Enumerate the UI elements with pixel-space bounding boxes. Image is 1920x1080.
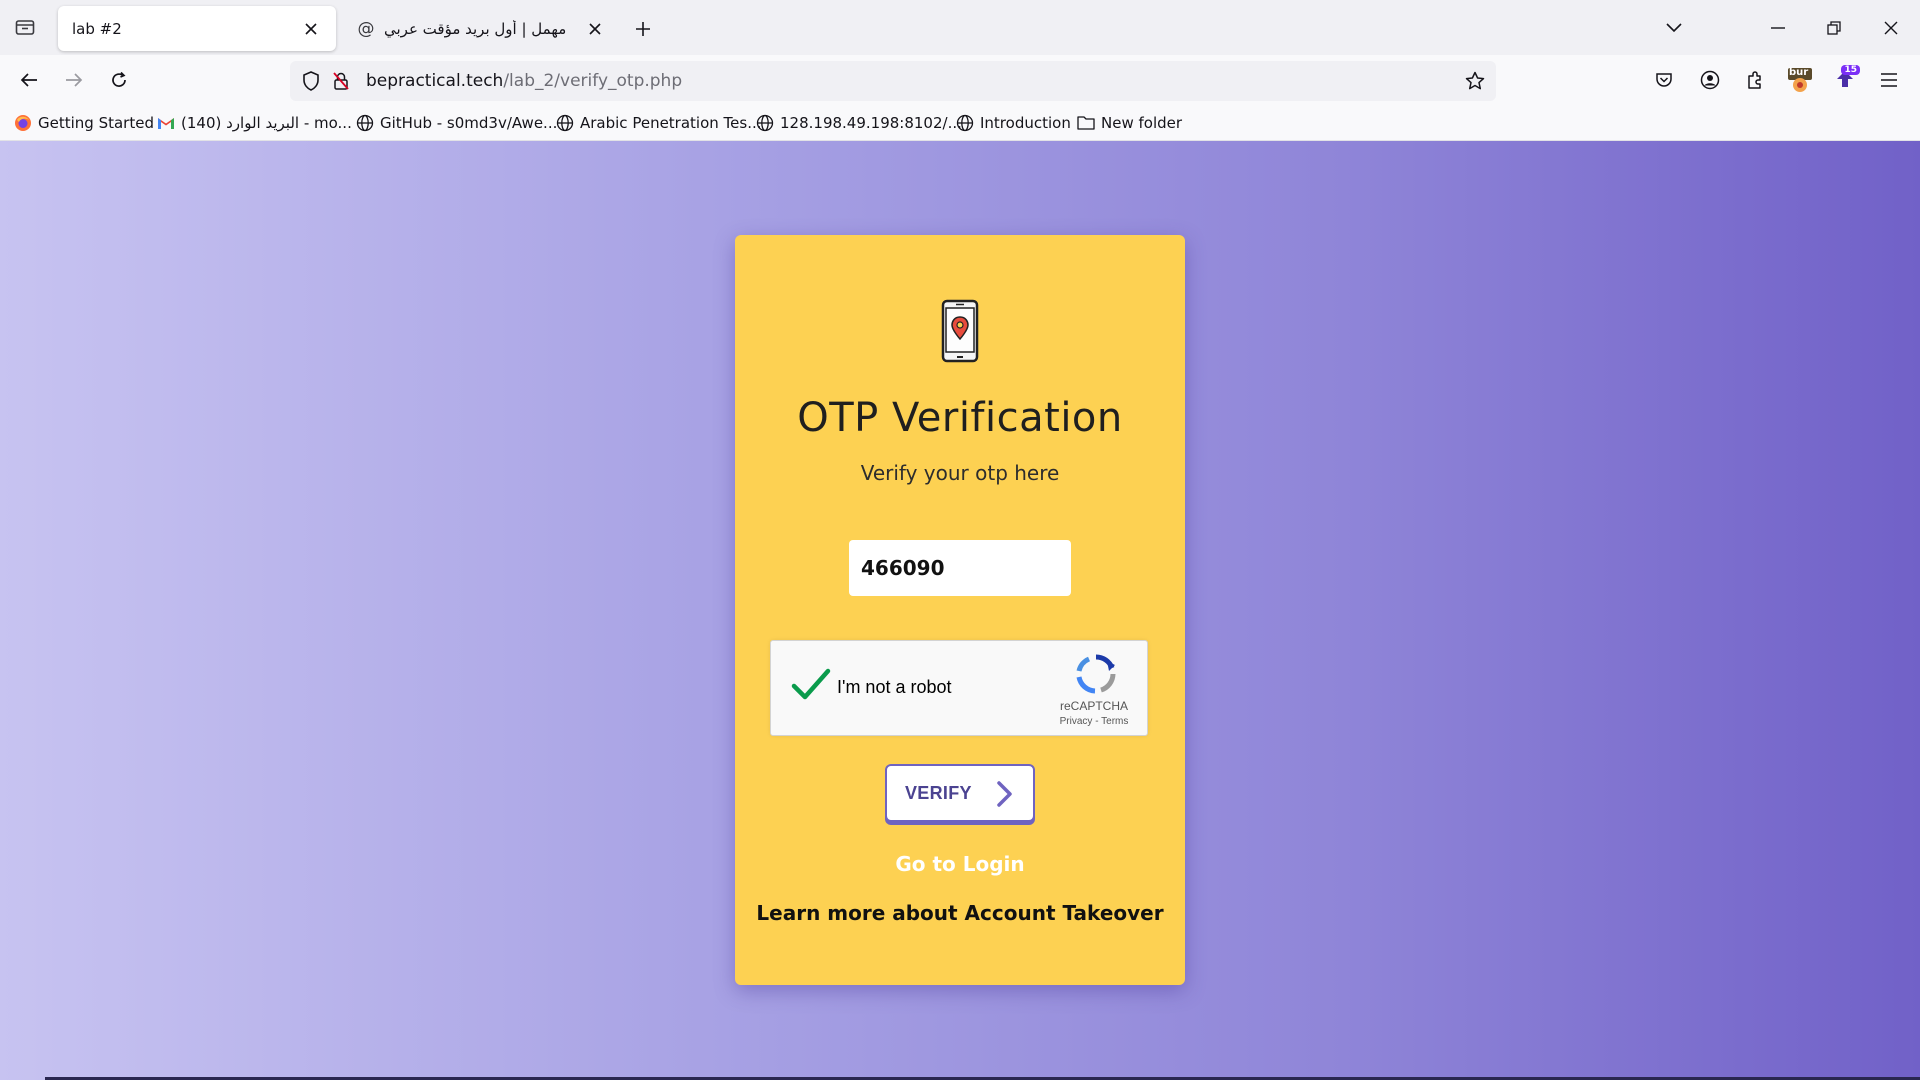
- bookmarks-toolbar: Getting Started البريد الوارد (140) - mo…: [0, 105, 1920, 141]
- verify-button[interactable]: VERIFY: [885, 764, 1035, 822]
- bookmark-label: Introduction: [980, 114, 1071, 132]
- tab-close-button[interactable]: [584, 18, 606, 40]
- bookmark-label: New folder: [1101, 114, 1183, 132]
- recaptcha-checkmark-icon[interactable]: [791, 667, 831, 703]
- restore-icon: [1827, 21, 1841, 35]
- list-all-tabs-button[interactable]: [1656, 10, 1692, 46]
- otp-input[interactable]: [849, 540, 1071, 596]
- tab-label: مهمل | أول بريد مؤقت عربي: [384, 19, 567, 38]
- phone-location-icon: [941, 299, 979, 363]
- url-path: /lab_2/verify_otp.php: [503, 71, 683, 91]
- url-text: bepractical.tech/lab_2/verify_otp.php: [366, 71, 682, 91]
- recaptcha-widget: I'm not a robot reCAPTCHA Privacy - Term…: [770, 640, 1148, 736]
- chevron-down-icon: [1666, 23, 1682, 33]
- tab-lab-2[interactable]: lab #2: [58, 6, 336, 51]
- tab-list-button[interactable]: [10, 12, 40, 42]
- recaptcha-privacy-terms[interactable]: Privacy - Terms: [1049, 716, 1139, 727]
- bookmark-getting-started[interactable]: Getting Started: [14, 111, 154, 135]
- puzzle-icon: [1748, 71, 1761, 89]
- bookmark-ip-address[interactable]: 128.198.49.198:8102/...: [756, 111, 962, 135]
- bookmark-gmail-inbox[interactable]: البريد الوارد (140) - mo...: [157, 111, 352, 135]
- chevron-right-icon: [997, 781, 1012, 807]
- reload-button[interactable]: [102, 63, 136, 97]
- firefox-icon: [14, 114, 32, 132]
- insecure-lock-icon[interactable]: [326, 66, 356, 96]
- bookmark-new-folder[interactable]: New folder: [1077, 111, 1182, 135]
- arrow-left-icon: [20, 73, 37, 87]
- bookmark-star-button[interactable]: [1460, 66, 1490, 96]
- bookmark-label: GitHub - s0md3v/Awe...: [380, 114, 558, 132]
- account-icon: [1700, 70, 1720, 90]
- bookmark-label: Arabic Penetration Tes...: [580, 114, 762, 132]
- recaptcha-logo-icon: [1076, 654, 1116, 694]
- hamburger-menu-icon: [1881, 73, 1897, 87]
- folder-icon: [1077, 114, 1095, 132]
- app-menu-button[interactable]: [1872, 63, 1906, 97]
- at-icon: @: [357, 18, 375, 39]
- address-bar[interactable]: bepractical.tech/lab_2/verify_otp.php: [290, 61, 1496, 101]
- extension-badge: 15: [1841, 65, 1860, 75]
- downloads-extension-button[interactable]: 15: [1828, 63, 1862, 97]
- navigation-bar: bepractical.tech/lab_2/verify_otp.php bu…: [0, 55, 1920, 105]
- gmail-icon: [157, 114, 175, 132]
- restore-button[interactable]: [1816, 10, 1852, 46]
- burp-label: bur: [1789, 67, 1809, 78]
- close-icon: [589, 22, 601, 35]
- page-title: OTP Verification: [797, 395, 1123, 441]
- globe-icon: [756, 114, 774, 132]
- forward-button[interactable]: [57, 63, 91, 97]
- bookmark-arabic-pentest[interactable]: Arabic Penetration Tes...: [556, 111, 762, 135]
- tab-list-icon: [15, 20, 35, 35]
- new-tab-button[interactable]: [628, 14, 658, 44]
- extensions-button[interactable]: [1738, 63, 1772, 97]
- close-icon: [305, 22, 317, 35]
- otp-card: OTP Verification Verify your otp here I'…: [735, 235, 1185, 985]
- tab-close-button[interactable]: [300, 18, 322, 40]
- globe-icon: [956, 114, 974, 132]
- globe-icon: [556, 114, 574, 132]
- verify-label: VERIFY: [905, 782, 972, 803]
- bookmark-introduction[interactable]: Introduction: [956, 111, 1071, 135]
- reload-icon: [112, 71, 126, 87]
- pocket-button[interactable]: [1647, 63, 1681, 97]
- page-viewport: OTP Verification Verify your otp here I'…: [0, 141, 1920, 1080]
- tab-temp-mail[interactable]: @ مهمل | أول بريد مؤقت عربي: [342, 6, 620, 51]
- go-to-login-link[interactable]: Go to Login: [735, 852, 1185, 876]
- globe-icon: [356, 114, 374, 132]
- tracking-protection-shield-icon[interactable]: [296, 66, 326, 96]
- recaptcha-label: I'm not a robot: [837, 677, 952, 697]
- tab-label: lab #2: [72, 19, 122, 38]
- tab-bar: lab #2 @ مهمل | أول بريد مؤقت عربي: [0, 0, 1920, 55]
- recaptcha-brand: reCAPTCHA: [1059, 699, 1128, 713]
- burp-extension-button[interactable]: bur: [1783, 63, 1817, 97]
- plus-icon: [636, 22, 650, 36]
- arrow-right-icon: [66, 73, 83, 87]
- bookmark-label: البريد الوارد (140) - mo...: [181, 114, 352, 132]
- bookmark-label: Getting Started: [38, 114, 154, 132]
- page-subtitle: Verify your otp here: [860, 461, 1060, 485]
- star-icon: [1465, 71, 1485, 90]
- close-window-button[interactable]: [1873, 10, 1909, 46]
- account-button[interactable]: [1693, 63, 1727, 97]
- back-button[interactable]: [12, 63, 46, 97]
- bookmark-label: 128.198.49.198:8102/...: [780, 114, 962, 132]
- bookmark-github[interactable]: GitHub - s0md3v/Awe...: [356, 111, 557, 135]
- close-icon: [1884, 21, 1898, 35]
- url-domain: bepractical.tech: [366, 71, 504, 91]
- minimize-button[interactable]: [1760, 10, 1796, 46]
- minimize-icon: [1771, 27, 1785, 29]
- learn-more-link[interactable]: Learn more about Account Takeover: [735, 901, 1185, 925]
- pocket-icon: [1656, 73, 1672, 87]
